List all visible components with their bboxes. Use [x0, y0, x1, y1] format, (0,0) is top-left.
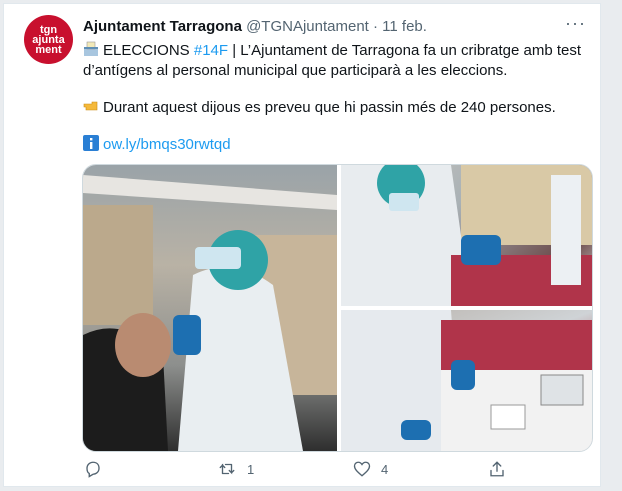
handle-date[interactable]: @TGNAjuntament · 11 feb. — [246, 18, 427, 35]
share-icon — [488, 460, 506, 478]
reply-button[interactable] — [84, 460, 102, 478]
avatar[interactable]: tgn ajunta ment — [24, 15, 73, 64]
tweet-card[interactable]: tgn ajunta ment Ajuntament Tarragona @TG… — [3, 3, 601, 487]
tweet-header: Ajuntament Tarragona @TGNAjuntament · 11… — [83, 18, 427, 35]
pointing-hand-icon — [83, 98, 99, 114]
avatar-text: tgn ajunta ment — [32, 23, 65, 56]
elections-label: ELECCIONS — [103, 42, 194, 59]
like-button[interactable]: 4 — [353, 460, 388, 478]
photo-testing-man[interactable] — [83, 165, 337, 451]
reply-icon — [84, 460, 102, 478]
author-name[interactable]: Ajuntament Tarragona — [83, 18, 242, 35]
like-icon — [353, 460, 371, 478]
retweet-icon — [217, 460, 237, 478]
share-button[interactable] — [488, 460, 506, 478]
tweet-body-line2: Durant aquest dijous es preveu que hi pa… — [103, 99, 556, 116]
tweet-text-line1: ELECCIONS #14F | L’Ajuntament de Tarrago… — [83, 41, 593, 81]
photo-testing-table[interactable] — [341, 165, 592, 306]
hashtag-link[interactable]: #14F — [194, 42, 228, 59]
more-options-icon[interactable]: ··· — [565, 13, 586, 34]
tweet-text-link: ow.ly/bmqs30rwtqd — [83, 135, 593, 155]
photo-test-kits[interactable] — [341, 310, 592, 451]
ballot-box-icon — [83, 41, 99, 57]
media-grid[interactable] — [82, 164, 593, 452]
like-count: 4 — [381, 461, 389, 477]
retweet-count: 1 — [247, 461, 255, 477]
tweet-text-line2: Durant aquest dijous es preveu que hi pa… — [83, 98, 593, 118]
info-icon — [83, 135, 99, 151]
shortened-link[interactable]: ow.ly/bmqs30rwtqd — [103, 136, 231, 153]
retweet-button[interactable]: 1 — [217, 460, 254, 478]
